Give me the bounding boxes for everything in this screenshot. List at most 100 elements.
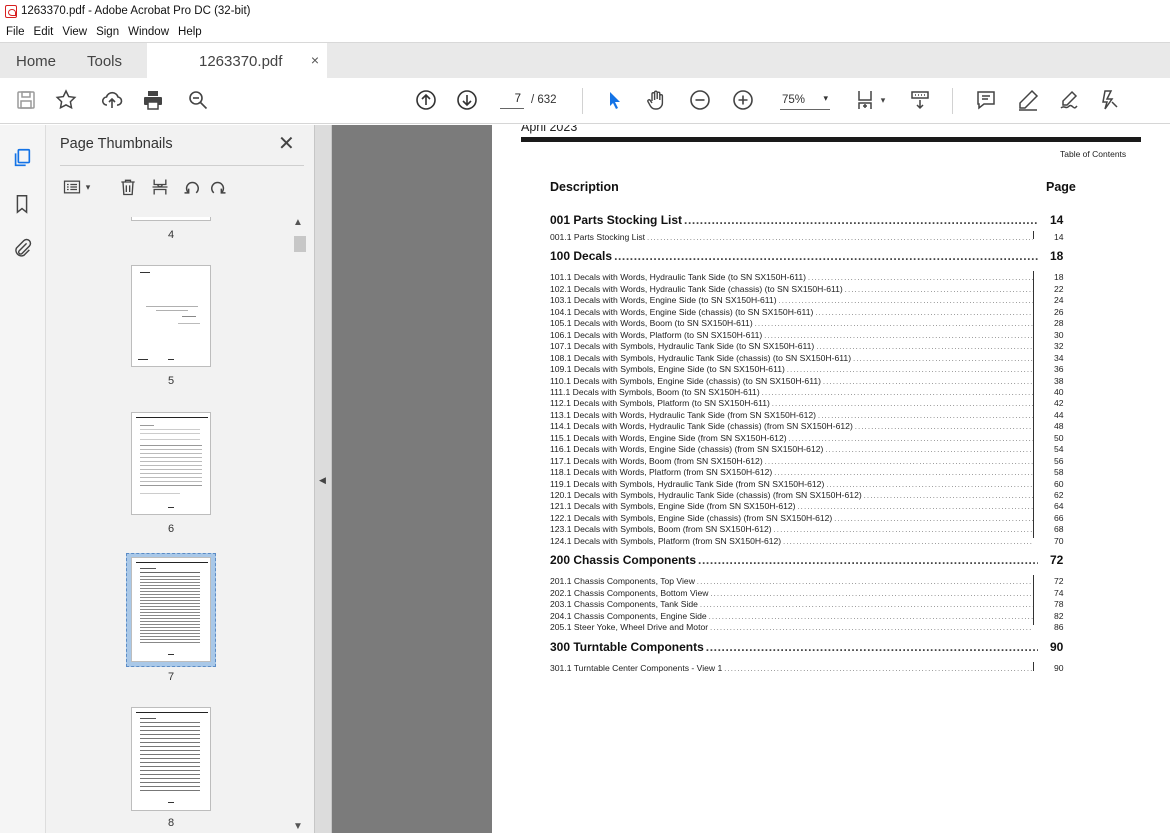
options-menu-icon[interactable] [60, 175, 84, 199]
toc-page-number: 60 [1054, 478, 1064, 489]
toc-page-number: 34 [1054, 352, 1064, 363]
toc-entry[interactable]: 110.1 Decals with Symbols, Engine Side (… [550, 376, 1035, 386]
zoom-in-icon[interactable] [729, 86, 757, 114]
toc-entry[interactable]: 118.1 Decals with Words, Platform (from … [550, 467, 1035, 477]
toc-entry-title: 106.1 Decals with Words, Platform (to SN… [550, 329, 763, 340]
toc-entry[interactable]: 116.1 Decals with Words, Engine Side (ch… [550, 444, 1035, 454]
dot-leader [808, 275, 1033, 282]
toc-page-number: 64 [1054, 501, 1064, 512]
toc-entry[interactable]: 111.1 Decals with Symbols, Boom (to SN S… [550, 387, 1035, 397]
toc-entry[interactable]: 114.1 Decals with Words, Hydraulic Tank … [550, 421, 1035, 431]
toc-entry[interactable]: 103.1 Decals with Words, Engine Side (to… [550, 295, 1035, 305]
insert-page-icon[interactable] [148, 175, 172, 199]
toc-entry[interactable]: 205.1 Steer Yoke, Wheel Drive and Motor [550, 622, 1035, 632]
window-title: 1263370.pdf - Adobe Acrobat Pro DC (32-b… [21, 5, 251, 17]
previous-page-icon[interactable] [412, 86, 440, 114]
menu-file[interactable]: File [6, 26, 25, 38]
page-thumbnail-5[interactable] [131, 265, 211, 367]
tab-close-icon[interactable]: × [311, 52, 319, 68]
next-page-icon[interactable] [453, 86, 481, 114]
zoom-out-icon[interactable] [686, 86, 714, 114]
toc-entry[interactable]: 122.1 Decals with Symbols, Engine Side (… [550, 513, 1035, 523]
menu-view[interactable]: View [62, 26, 87, 38]
close-icon[interactable]: ✕ [278, 131, 295, 156]
scrollbar-thumb[interactable] [294, 236, 306, 252]
toc-entry-title: 300 Turntable Components [550, 639, 704, 654]
rotate-clockwise-icon[interactable] [206, 175, 230, 199]
toc-group-rule [1033, 271, 1034, 539]
print-icon[interactable] [139, 86, 167, 114]
page-thumbnail-8[interactable] [131, 707, 211, 811]
toc-entry[interactable]: 120.1 Decals with Symbols, Hydraulic Tan… [550, 490, 1035, 500]
toc-entry[interactable]: 115.1 Decals with Words, Engine Side (fr… [550, 433, 1035, 443]
toc-entry[interactable]: 107.1 Decals with Symbols, Hydraulic Tan… [550, 341, 1035, 351]
bookmarks-icon[interactable] [9, 191, 35, 217]
toc-entry[interactable]: 202.1 Chassis Components, Bottom View [550, 588, 1035, 598]
page-fit-icon[interactable] [852, 86, 880, 114]
page-thumbnail-7[interactable] [131, 557, 211, 662]
collapse-panel-icon[interactable]: ◀ [319, 475, 326, 486]
page-thumbnail-4[interactable] [131, 217, 211, 221]
menu-help[interactable]: Help [178, 26, 202, 38]
toc-entry[interactable]: 108.1 Decals with Symbols, Hydraulic Tan… [550, 353, 1035, 363]
sign-icon[interactable] [1056, 86, 1084, 114]
toc-section-entry[interactable]: 200 Chassis Components [550, 553, 1040, 567]
toc-entry[interactable]: 109.1 Decals with Symbols, Engine Side (… [550, 364, 1035, 374]
hand-tool-icon[interactable] [642, 86, 670, 114]
chevron-down-icon[interactable]: ▾ [82, 175, 94, 199]
panel-splitter[interactable]: ◀ [314, 125, 332, 833]
toc-entry[interactable]: 105.1 Decals with Words, Boom (to SN SX1… [550, 318, 1035, 328]
comment-icon[interactable] [972, 86, 1000, 114]
toc-entry[interactable]: 201.1 Chassis Components, Top View [550, 576, 1035, 586]
document-view[interactable]: April 2023 Table of Contents Description… [332, 125, 1170, 833]
tab-tools[interactable]: Tools [87, 43, 122, 79]
scroll-up-icon[interactable]: ▲ [293, 217, 303, 228]
toc-page-number: 14 [1050, 213, 1064, 227]
toc-entry[interactable]: 119.1 Decals with Symbols, Hydraulic Tan… [550, 479, 1035, 489]
delete-page-icon[interactable] [116, 175, 140, 199]
zoom-level-dropdown[interactable]: 75% ▾ [780, 93, 830, 110]
menu-sign[interactable]: Sign [96, 26, 119, 38]
highlight-pen-icon[interactable] [1014, 86, 1042, 114]
toc-entry[interactable]: 121.1 Decals with Symbols, Engine Side (… [550, 501, 1035, 511]
toc-entry[interactable]: 112.1 Decals with Symbols, Platform (to … [550, 398, 1035, 408]
toc-entry-title: 001.1 Parts Stocking List [550, 232, 646, 242]
chevron-down-icon[interactable]: ▾ [878, 86, 888, 114]
toc-entry[interactable]: 102.1 Decals with Words, Hydraulic Tank … [550, 284, 1035, 294]
toc-entry[interactable]: 106.1 Decals with Words, Platform (to SN… [550, 330, 1035, 340]
toc-entry[interactable]: 204.1 Chassis Components, Engine Side [550, 611, 1035, 621]
toc-section-entry[interactable]: 300 Turntable Components [550, 640, 1040, 654]
upload-cloud-icon[interactable] [98, 86, 126, 114]
toc-section-entry[interactable]: 001 Parts Stocking List [550, 213, 1040, 227]
rotate-counterclockwise-icon[interactable] [180, 175, 204, 199]
toc-entry[interactable]: 113.1 Decals with Words, Hydraulic Tank … [550, 410, 1035, 420]
dot-leader [755, 321, 1033, 328]
toc-page-number: 32 [1054, 341, 1064, 352]
page-thumbnail-6[interactable] [131, 412, 211, 515]
save-icon[interactable] [12, 86, 40, 114]
menu-edit[interactable]: Edit [34, 26, 54, 38]
scroll-down-icon[interactable]: ▼ [293, 821, 303, 832]
left-navigation-rail [0, 125, 46, 833]
toc-entry[interactable]: 117.1 Decals with Words, Boom (from SN S… [550, 456, 1035, 466]
toc-entry[interactable]: 123.1 Decals with Symbols, Boom (from SN… [550, 524, 1035, 534]
attachments-icon[interactable] [9, 235, 35, 261]
scroll-mode-icon[interactable] [906, 86, 934, 114]
toc-entry[interactable]: 104.1 Decals with Words, Engine Side (ch… [550, 307, 1035, 317]
dot-leader [709, 614, 1033, 621]
bookmark-star-icon[interactable] [52, 86, 80, 114]
menu-window[interactable]: Window [128, 26, 169, 38]
toc-entry[interactable]: 101.1 Decals with Words, Hydraulic Tank … [550, 272, 1035, 282]
page-number-input[interactable]: 7 [500, 93, 524, 109]
toc-entry[interactable]: 203.1 Chassis Components, Tank Side [550, 599, 1035, 609]
toc-entry[interactable]: 124.1 Decals with Symbols, Platform (fro… [550, 536, 1035, 546]
tab-document[interactable]: 1263370.pdf × [147, 43, 327, 79]
toc-entry[interactable]: 301.1 Turntable Center Components - View… [550, 663, 1035, 673]
toc-section-entry[interactable]: 100 Decals [550, 249, 1040, 263]
zoom-search-icon[interactable] [184, 86, 212, 114]
toc-entry[interactable]: 001.1 Parts Stocking List [550, 232, 1035, 242]
tab-home[interactable]: Home [16, 43, 56, 79]
select-cursor-icon[interactable] [600, 86, 628, 114]
fill-and-sign-icon[interactable] [1096, 86, 1124, 114]
page-thumbnails-icon[interactable] [9, 145, 35, 171]
